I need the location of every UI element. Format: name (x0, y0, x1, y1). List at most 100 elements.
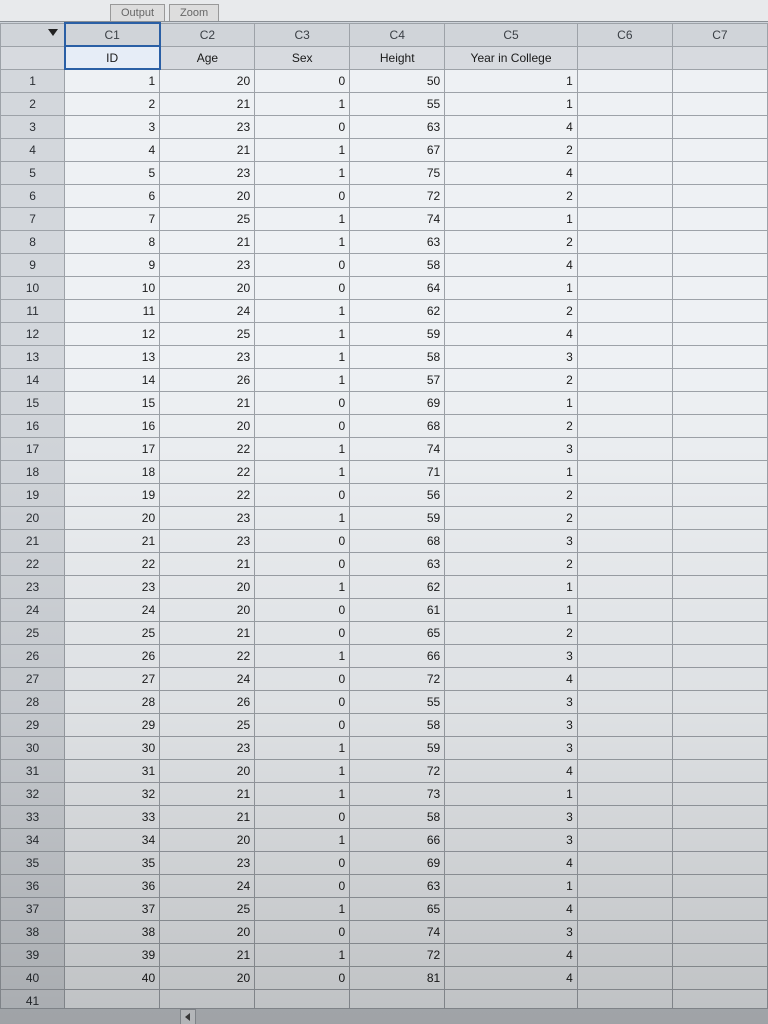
cell[interactable]: 1 (255, 759, 350, 782)
cell[interactable]: 24 (160, 299, 255, 322)
cell[interactable]: 20 (160, 920, 255, 943)
cell[interactable] (672, 690, 767, 713)
cell[interactable]: 23 (160, 345, 255, 368)
cell[interactable] (672, 253, 767, 276)
cell[interactable] (672, 161, 767, 184)
cell[interactable]: 3 (445, 920, 578, 943)
cell[interactable]: 21 (65, 529, 160, 552)
cell[interactable]: 24 (65, 598, 160, 621)
column-name-Year in College[interactable]: Year in College (445, 46, 578, 69)
cell[interactable]: 2 (445, 414, 578, 437)
cell[interactable]: 56 (350, 483, 445, 506)
cell[interactable]: 12 (65, 322, 160, 345)
cell[interactable]: 10 (65, 276, 160, 299)
cell[interactable]: 59 (350, 506, 445, 529)
cell[interactable]: 4 (445, 115, 578, 138)
cell[interactable]: 29 (65, 713, 160, 736)
cell[interactable]: 3 (445, 529, 578, 552)
cell[interactable]: 1 (255, 230, 350, 253)
cell[interactable] (672, 759, 767, 782)
cell[interactable]: 20 (160, 828, 255, 851)
cell[interactable]: 0 (255, 483, 350, 506)
cell[interactable] (577, 736, 672, 759)
cell[interactable]: 33 (65, 805, 160, 828)
cell[interactable]: 20 (160, 759, 255, 782)
cell[interactable]: 1 (255, 437, 350, 460)
cell[interactable]: 64 (350, 276, 445, 299)
cell[interactable]: 3 (445, 437, 578, 460)
cell[interactable]: 1 (445, 207, 578, 230)
cell[interactable]: 22 (160, 483, 255, 506)
cell[interactable] (672, 736, 767, 759)
cell[interactable]: 69 (350, 391, 445, 414)
row-header[interactable]: 14 (1, 368, 65, 391)
cell[interactable]: 21 (160, 92, 255, 115)
cell[interactable]: 75 (350, 161, 445, 184)
row-header[interactable]: 8 (1, 230, 65, 253)
cell[interactable]: 32 (65, 782, 160, 805)
cell[interactable]: 23 (160, 115, 255, 138)
cell[interactable] (577, 207, 672, 230)
cell[interactable]: 26 (160, 368, 255, 391)
row-header[interactable]: 25 (1, 621, 65, 644)
cell[interactable]: 22 (160, 437, 255, 460)
cell[interactable]: 63 (350, 552, 445, 575)
cell[interactable]: 2 (445, 368, 578, 391)
cell[interactable]: 15 (65, 391, 160, 414)
cell[interactable]: 21 (160, 943, 255, 966)
cell[interactable]: 23 (160, 736, 255, 759)
cell[interactable] (577, 920, 672, 943)
cell[interactable] (672, 184, 767, 207)
column-header-C3[interactable]: C3 (255, 23, 350, 46)
cell[interactable]: 2 (445, 621, 578, 644)
cell[interactable]: 1 (445, 92, 578, 115)
cell[interactable]: 0 (255, 69, 350, 92)
row-header[interactable]: 23 (1, 575, 65, 598)
output-tab[interactable]: Output (110, 4, 165, 21)
cell[interactable] (672, 322, 767, 345)
row-header[interactable]: 11 (1, 299, 65, 322)
column-name-blank[interactable] (577, 46, 672, 69)
cell[interactable] (672, 897, 767, 920)
cell[interactable]: 55 (350, 690, 445, 713)
cell[interactable]: 1 (65, 69, 160, 92)
cell[interactable]: 72 (350, 943, 445, 966)
cell[interactable] (672, 368, 767, 391)
cell[interactable]: 66 (350, 828, 445, 851)
cell[interactable] (577, 828, 672, 851)
cell[interactable]: 34 (65, 828, 160, 851)
row-header[interactable]: 32 (1, 782, 65, 805)
row-header[interactable]: 22 (1, 552, 65, 575)
row-header[interactable]: 20 (1, 506, 65, 529)
cell[interactable]: 0 (255, 414, 350, 437)
cell[interactable]: 25 (160, 207, 255, 230)
row-header[interactable]: 24 (1, 598, 65, 621)
cell[interactable]: 68 (350, 414, 445, 437)
cell[interactable]: 4 (445, 851, 578, 874)
worksheet[interactable]: C1C2C3C4C5C6C7IDAgeSexHeightYear in Coll… (0, 22, 768, 1013)
cell[interactable] (672, 115, 767, 138)
cell[interactable] (577, 966, 672, 989)
column-name-ID[interactable]: ID (65, 46, 160, 69)
cell[interactable]: 74 (350, 437, 445, 460)
cell[interactable]: 58 (350, 713, 445, 736)
row-header[interactable]: 12 (1, 322, 65, 345)
cell[interactable]: 2 (445, 506, 578, 529)
row-header[interactable]: 33 (1, 805, 65, 828)
column-header-C1[interactable]: C1 (65, 23, 160, 46)
cell[interactable]: 62 (350, 299, 445, 322)
cell[interactable]: 1 (255, 943, 350, 966)
cell[interactable]: 21 (160, 391, 255, 414)
cell[interactable] (672, 414, 767, 437)
row-header[interactable]: 7 (1, 207, 65, 230)
row-header[interactable]: 21 (1, 529, 65, 552)
cell[interactable]: 22 (160, 460, 255, 483)
cell[interactable] (577, 322, 672, 345)
column-header-C6[interactable]: C6 (577, 23, 672, 46)
cell[interactable] (577, 644, 672, 667)
cell[interactable]: 58 (350, 253, 445, 276)
cell[interactable]: 24 (160, 667, 255, 690)
cell[interactable]: 0 (255, 851, 350, 874)
select-all-corner[interactable] (1, 23, 65, 46)
cell[interactable] (577, 782, 672, 805)
